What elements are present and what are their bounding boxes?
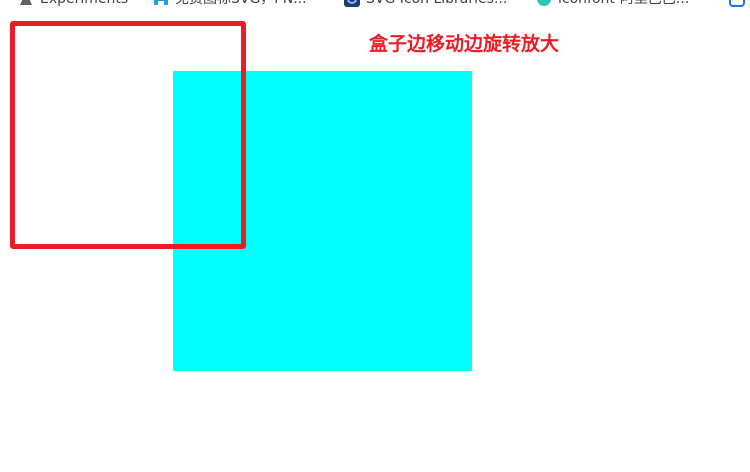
bookmarks-bar: Experiments 免费图标SVG，PN... SVG Icon Libra… [0, 0, 750, 10]
red-outline-box [10, 21, 246, 249]
bookmark-label: 免费图标SVG，PN... [175, 0, 307, 10]
bookmark-svg-icon-libraries[interactable]: SVG Icon Libraries... [344, 0, 507, 10]
demo-caption: 盒子边移动边旋转放大 [369, 33, 560, 55]
bookmark-free-icons[interactable]: 免费图标SVG，PN... [153, 0, 307, 10]
bookmark-label: iconfont-阿里巴巴... [558, 0, 689, 10]
svg-icon-libraries-icon [344, 0, 360, 7]
bookmark-overflow-icon [729, 0, 745, 7]
bookmark-experiments[interactable]: Experiments [18, 0, 128, 10]
iconfont-icon [536, 0, 552, 7]
experiments-flask-icon [18, 0, 34, 7]
bookmark-overflow[interactable] [729, 0, 745, 10]
bookmark-iconfont[interactable]: iconfont-阿里巴巴... [536, 0, 689, 10]
bookmark-label: SVG Icon Libraries... [366, 0, 507, 10]
bookmark-label: Experiments [40, 0, 128, 10]
free-icons-site-icon [153, 0, 169, 7]
page-canvas: Experiments 免费图标SVG，PN... SVG Icon Libra… [0, 0, 750, 472]
